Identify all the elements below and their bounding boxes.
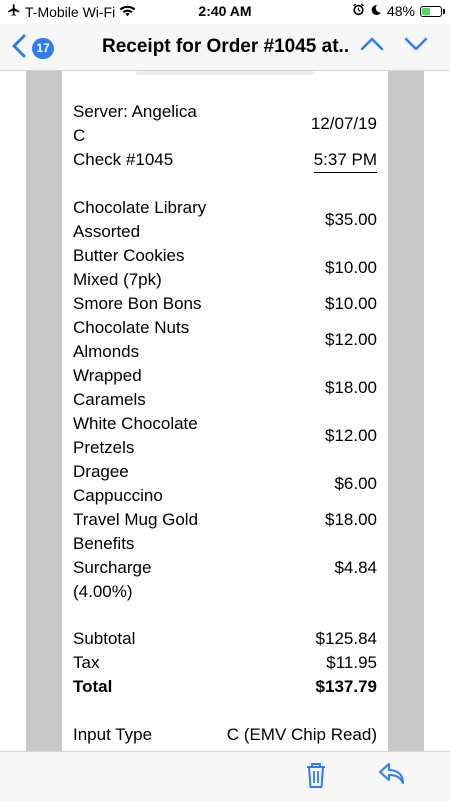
item-price: $12.00: [325, 330, 377, 349]
next-message-button[interactable]: [404, 36, 428, 57]
item-name: Surcharge: [73, 558, 152, 577]
trash-icon: [304, 763, 328, 794]
item-price: $18.00: [325, 378, 377, 397]
tax-value: $11.95: [326, 653, 377, 672]
subtotal-value: $125.84: [315, 629, 377, 648]
carrier-label: T-Mobile Wi-Fi: [25, 3, 116, 20]
item-price: $18.00: [325, 510, 377, 529]
item-name-cont: Caramels: [73, 390, 146, 409]
subtotal-label: Subtotal: [73, 629, 136, 648]
server-label: Server: Angelica: [73, 102, 197, 121]
item-price: $35.00: [325, 210, 377, 229]
check-number: Check #1045: [73, 150, 174, 169]
item-price: $12.00: [325, 426, 377, 445]
airplane-icon: [7, 3, 21, 20]
delete-button[interactable]: [304, 760, 328, 795]
item-name: Chocolate Nuts: [73, 318, 190, 337]
server-label-2: C: [73, 126, 86, 145]
receipt-margin-right: [388, 71, 424, 751]
input-type-label: Input Type: [73, 725, 153, 744]
item-price: $6.00: [334, 474, 377, 493]
reply-icon: [378, 763, 406, 791]
item-name-cont: (4.00%): [73, 582, 133, 601]
item-name-cont: Assorted: [73, 222, 141, 241]
total-label: Total: [73, 677, 113, 696]
email-body[interactable]: Server: Angelica 12/07/19 C Check #1045 …: [0, 71, 450, 751]
item-name-cont: Almonds: [73, 342, 140, 361]
item-price: $10.00: [325, 258, 377, 277]
bottom-toolbar: [0, 751, 450, 801]
total-value: $137.79: [315, 677, 377, 696]
battery-icon: [420, 5, 445, 17]
moon-icon: [370, 3, 382, 19]
item-name-cont: Benefits: [73, 534, 135, 553]
alarm-icon: [352, 3, 365, 19]
back-button[interactable]: 17: [12, 34, 54, 63]
item-price: $10.00: [325, 294, 377, 313]
receipt-margin-left: [26, 71, 62, 751]
status-bar: T-Mobile Wi-Fi 2:40 AM 48%: [0, 0, 450, 24]
back-chevron-icon: [12, 34, 26, 63]
item-name: Dragee: [73, 462, 129, 481]
previous-message-button[interactable]: [360, 36, 384, 57]
navigation-bar: 17 Receipt for Order #1045 at...: [0, 24, 450, 71]
status-right: 48%: [352, 3, 445, 19]
battery-level: [422, 7, 431, 15]
receipt-time: 5:37 PM: [313, 148, 377, 173]
item-name: Butter Cookies: [73, 246, 185, 265]
status-left: T-Mobile Wi-Fi: [7, 3, 136, 20]
chevron-up-icon: [360, 37, 384, 56]
item-name: White Chocolate: [73, 414, 198, 433]
battery-percent: 48%: [386, 3, 415, 19]
receipt: Server: Angelica 12/07/19 C Check #1045 …: [62, 71, 388, 751]
item-name: Travel Mug Gold: [73, 510, 199, 529]
item-name-cont: Mixed (7pk): [73, 270, 162, 289]
item-name-cont: Cappuccino: [73, 486, 163, 505]
tax-label: Tax: [73, 653, 100, 672]
item-name: Smore Bon Bons: [73, 294, 202, 313]
item-name: Wrapped: [73, 366, 142, 385]
receipt-top-edge: [136, 71, 314, 75]
message-subject-title: Receipt for Order #1045 at...: [102, 36, 350, 57]
chevron-down-icon: [404, 37, 428, 56]
unread-count-badge: 17: [32, 38, 54, 59]
wifi-icon: [119, 4, 136, 20]
input-type-value: C (EMV Chip Read): [226, 725, 377, 744]
item-name-cont: Pretzels: [73, 438, 135, 457]
reply-button[interactable]: [378, 761, 406, 792]
receipt-date: 12/07/19: [310, 114, 377, 133]
item-name: Chocolate Library: [73, 198, 207, 217]
item-price: $4.84: [334, 558, 377, 577]
